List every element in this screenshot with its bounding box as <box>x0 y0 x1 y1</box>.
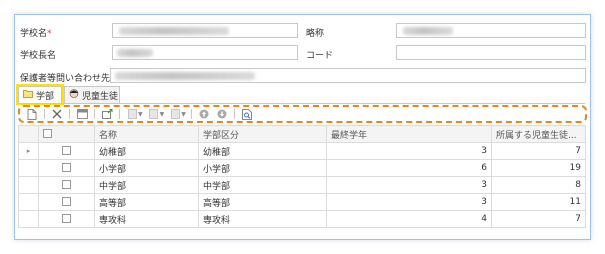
cell-name[interactable]: 幼稚部 <box>94 142 199 160</box>
row-select-cell[interactable] <box>38 159 95 177</box>
cell-students: 7 <box>491 210 586 228</box>
column-header-category[interactable]: 学部区分 <box>198 125 327 143</box>
toolbar-separator <box>94 109 95 119</box>
row-checkbox[interactable] <box>62 180 71 189</box>
preview-icon[interactable] <box>241 108 253 120</box>
row-select-cell[interactable] <box>38 210 95 228</box>
folder-icon <box>23 89 33 101</box>
row-indicator <box>18 193 39 211</box>
toolbar-separator <box>44 109 45 119</box>
row-select-cell[interactable] <box>38 176 95 194</box>
move-up-icon[interactable] <box>198 108 210 120</box>
abbrev-field[interactable] <box>396 23 586 38</box>
table-row[interactable]: 中学部 中学部 3 8 <box>18 176 586 194</box>
cell-final-grade[interactable]: 3 <box>326 142 492 160</box>
row-checkbox[interactable] <box>62 197 71 206</box>
row-checkbox[interactable] <box>62 146 71 155</box>
grid-header-row: 名称 学部区分 最終学年 所属する児童生徒... <box>18 125 586 143</box>
cell-name[interactable]: 中学部 <box>94 176 199 194</box>
column-header-name[interactable]: 名称 <box>94 125 199 143</box>
paste-icon[interactable] <box>148 108 160 120</box>
cell-final-grade[interactable]: 3 <box>326 193 492 211</box>
row-indicator <box>18 159 39 177</box>
row-indicator <box>18 210 39 228</box>
cell-name[interactable]: 高等部 <box>94 193 199 211</box>
table-row[interactable]: 専攻科 専攻科 4 7 <box>18 210 586 228</box>
principal-field[interactable] <box>112 45 298 60</box>
cell-final-grade[interactable]: 3 <box>326 176 492 194</box>
select-all-checkbox[interactable] <box>43 129 52 138</box>
tab-students-label: 児童生徒 <box>82 91 119 102</box>
tab-panel-border <box>18 103 585 104</box>
current-row-indicator-icon: ▸ <box>18 142 39 160</box>
principal-label: 学校長名 <box>20 51 57 61</box>
save-icon[interactable] <box>76 108 88 120</box>
school-name-field[interactable] <box>112 23 298 38</box>
table-row[interactable]: 小学部 小学部 6 19 <box>18 159 586 177</box>
copy-icon[interactable] <box>126 108 138 120</box>
code-field[interactable] <box>396 45 586 60</box>
cell-students: 8 <box>491 176 586 194</box>
toolbar-separator <box>69 109 70 119</box>
cell-category[interactable]: 高等部 <box>198 193 327 211</box>
row-checkbox[interactable] <box>62 163 71 172</box>
cell-name[interactable]: 専攻科 <box>94 210 199 228</box>
move-down-icon[interactable] <box>216 108 228 120</box>
toolbar-separator <box>233 109 235 119</box>
cell-category[interactable]: 小学部 <box>198 159 327 177</box>
tab-faculty-label: 学部 <box>36 91 55 102</box>
delete-icon[interactable] <box>51 108 63 120</box>
cell-category[interactable]: 幼稚部 <box>198 142 327 160</box>
table-row[interactable]: ▸ 幼稚部 幼稚部 3 7 <box>18 142 586 160</box>
cell-name[interactable]: 小学部 <box>94 159 199 177</box>
required-mark: * <box>47 29 52 39</box>
cell-category[interactable]: 専攻科 <box>198 210 327 228</box>
code-label: コード <box>306 51 334 61</box>
contact-label: 保護者等問い合わせ先 <box>20 74 111 84</box>
toolbar-separator <box>190 109 192 119</box>
faculty-grid: 名称 学部区分 最終学年 所属する児童生徒... ▸ 幼稚部 幼稚部 3 7 小… <box>18 125 586 228</box>
cell-final-grade[interactable]: 6 <box>326 159 492 177</box>
table-row[interactable]: 高等部 高等部 3 11 <box>18 193 586 211</box>
school-name-label: 学校名* <box>20 29 52 39</box>
cell-students: 11 <box>491 193 586 211</box>
export-icon[interactable] <box>101 108 113 120</box>
chevron-down-icon[interactable]: ▼ <box>138 111 143 118</box>
new-icon[interactable] <box>26 108 38 120</box>
cell-final-grade[interactable]: 4 <box>326 210 492 228</box>
student-icon <box>69 89 79 101</box>
cell-category[interactable]: 中学部 <box>198 176 327 194</box>
cell-students: 19 <box>491 159 586 177</box>
contact-field[interactable] <box>110 68 586 83</box>
toolbar-separator <box>119 109 120 119</box>
abbrev-label: 略称 <box>306 29 325 39</box>
row-select-cell[interactable] <box>38 193 95 211</box>
row-indicator-header <box>18 125 39 143</box>
row-checkbox[interactable] <box>62 214 71 223</box>
chevron-down-icon[interactable]: ▼ <box>160 111 165 118</box>
chevron-down-icon[interactable]: ▼ <box>181 111 186 118</box>
column-header-students[interactable]: 所属する児童生徒... <box>491 125 586 143</box>
grid-toolbar: ▼ ▼ ▼ <box>18 105 587 123</box>
column-header-final-grade[interactable]: 最終学年 <box>326 125 492 143</box>
select-all-header[interactable] <box>38 125 95 143</box>
tab-faculty[interactable]: 学部 <box>16 84 64 105</box>
row-indicator <box>18 176 39 194</box>
row-select-cell[interactable] <box>38 142 95 160</box>
tab-students[interactable]: 児童生徒 <box>64 86 120 103</box>
cell-students: 7 <box>491 142 586 160</box>
print-icon[interactable] <box>169 108 181 120</box>
